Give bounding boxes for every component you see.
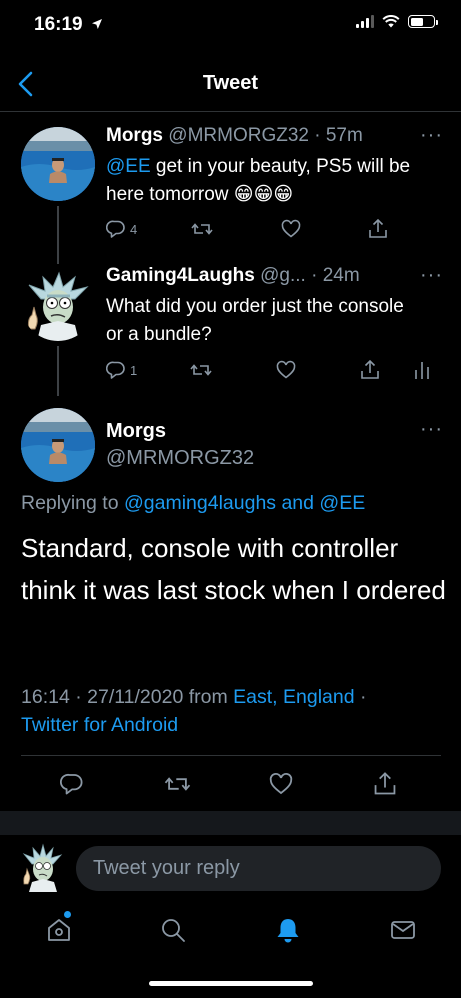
- tweet-text: What did you order just the console or a…: [106, 296, 404, 345]
- home-unread-dot: [64, 911, 71, 918]
- messages-icon: [391, 921, 415, 939]
- meta-date: 27/11/2020: [87, 686, 184, 708]
- main-tweet-text: Standard, console with controller think …: [21, 533, 446, 605]
- replying-to: Replying to @gaming4laughs and @EE: [21, 492, 365, 515]
- replying-prefix: Replying to: [21, 492, 119, 514]
- like-icon: [276, 360, 296, 379]
- retweet-button[interactable]: [191, 219, 213, 239]
- home-indicator: [149, 981, 313, 986]
- retweet-icon: [164, 777, 191, 791]
- like-icon: [269, 772, 293, 795]
- composer-avatar: [20, 842, 64, 892]
- tweet-time: 57m: [325, 125, 363, 146]
- status-indicators: [356, 15, 438, 28]
- meta-dot: ·: [75, 686, 82, 708]
- share-button[interactable]: [360, 359, 380, 381]
- tab-notifications[interactable]: [272, 914, 304, 946]
- author-handle: @MRMORGZ32: [168, 125, 309, 146]
- tweet-body: get in your beauty, PS5 will be here tom…: [106, 156, 411, 205]
- separator: ·: [314, 125, 321, 146]
- avatar-photo: [21, 127, 95, 201]
- section-gap: [0, 811, 461, 835]
- reply-button[interactable]: 1: [106, 360, 137, 380]
- home-icon: [48, 919, 70, 941]
- retweet-button[interactable]: [190, 360, 212, 380]
- tweet-meta: 16:14 · 27/11/2020 from East, England · …: [21, 683, 451, 739]
- author-name[interactable]: Gaming4Laughs: [106, 265, 255, 286]
- reply-input[interactable]: Tweet your reply: [76, 846, 441, 891]
- nav-divider: [0, 111, 461, 112]
- like-button[interactable]: [281, 219, 301, 239]
- location-arrow-icon: [91, 19, 102, 29]
- more-icon[interactable]: ···: [420, 264, 443, 287]
- avatar-photo: [21, 408, 95, 482]
- search-icon: [162, 919, 185, 942]
- avatar[interactable]: [21, 267, 95, 341]
- reply-icon: [60, 773, 83, 795]
- status-time-text: 16:19: [34, 14, 83, 35]
- avatar[interactable]: [21, 127, 95, 201]
- mention-link[interactable]: @EE: [106, 156, 151, 177]
- share-icon: [361, 359, 379, 379]
- thread-connector: [57, 346, 59, 396]
- main-share-button[interactable]: [373, 771, 397, 797]
- analytics-icon: [415, 362, 429, 379]
- replying-to-link[interactable]: @gaming4laughs and @EE: [124, 492, 365, 514]
- main-reply-button[interactable]: [60, 772, 84, 796]
- signal-icon: [356, 15, 374, 28]
- action-divider: [21, 755, 441, 756]
- share-button[interactable]: [368, 218, 388, 240]
- tab-search[interactable]: [157, 914, 189, 946]
- author-name[interactable]: Morgs: [106, 125, 163, 146]
- reply-count: 4: [130, 221, 138, 237]
- thread-connector: [57, 206, 59, 264]
- meta-time: 16:14: [21, 686, 70, 708]
- avatar-cartoon: [21, 267, 95, 341]
- tweet-time: 24m: [322, 265, 360, 286]
- status-time: 16:19: [34, 14, 103, 36]
- location-link[interactable]: East, England: [233, 686, 354, 708]
- tweet-text: @EE get in your beauty, PS5 will be here…: [106, 153, 446, 209]
- avatar[interactable]: [21, 408, 95, 482]
- page-title: Tweet: [202, 72, 259, 94]
- analytics-button[interactable]: [414, 360, 430, 380]
- wifi-icon: [382, 15, 400, 28]
- notifications-icon: [277, 919, 299, 943]
- reply-icon: [106, 220, 125, 238]
- separator: ·: [311, 265, 318, 286]
- main-author-name[interactable]: Morgs: [106, 420, 166, 443]
- meta-from: from: [188, 686, 228, 708]
- client-link[interactable]: Twitter for Android: [21, 714, 178, 736]
- meta-dot: ·: [360, 686, 367, 708]
- like-icon: [281, 219, 301, 238]
- tweet-header: Gaming4Laughs @g... · 24m: [106, 265, 360, 287]
- reply-button[interactable]: 4: [106, 219, 137, 239]
- share-icon: [374, 772, 396, 795]
- main-author-handle: @MRMORGZ32: [106, 447, 255, 469]
- main-like-button[interactable]: [269, 772, 293, 796]
- share-icon: [369, 218, 387, 238]
- tab-home[interactable]: [43, 914, 75, 946]
- retweet-icon: [190, 364, 212, 376]
- like-button[interactable]: [276, 360, 296, 380]
- reply-placeholder: Tweet your reply: [93, 857, 240, 879]
- retweet-icon: [191, 223, 213, 235]
- author-handle: @g...: [260, 265, 306, 286]
- avatar-cartoon: [22, 843, 63, 892]
- more-icon[interactable]: ···: [420, 124, 443, 147]
- reply-icon: [106, 361, 125, 379]
- main-retweet-button[interactable]: [164, 772, 191, 796]
- tweet-header: Morgs @MRMORGZ32 · 57m: [106, 125, 363, 147]
- more-icon[interactable]: ···: [420, 418, 443, 441]
- battery-icon: [408, 15, 438, 28]
- reply-count: 1: [130, 362, 138, 378]
- tab-messages[interactable]: [387, 914, 419, 946]
